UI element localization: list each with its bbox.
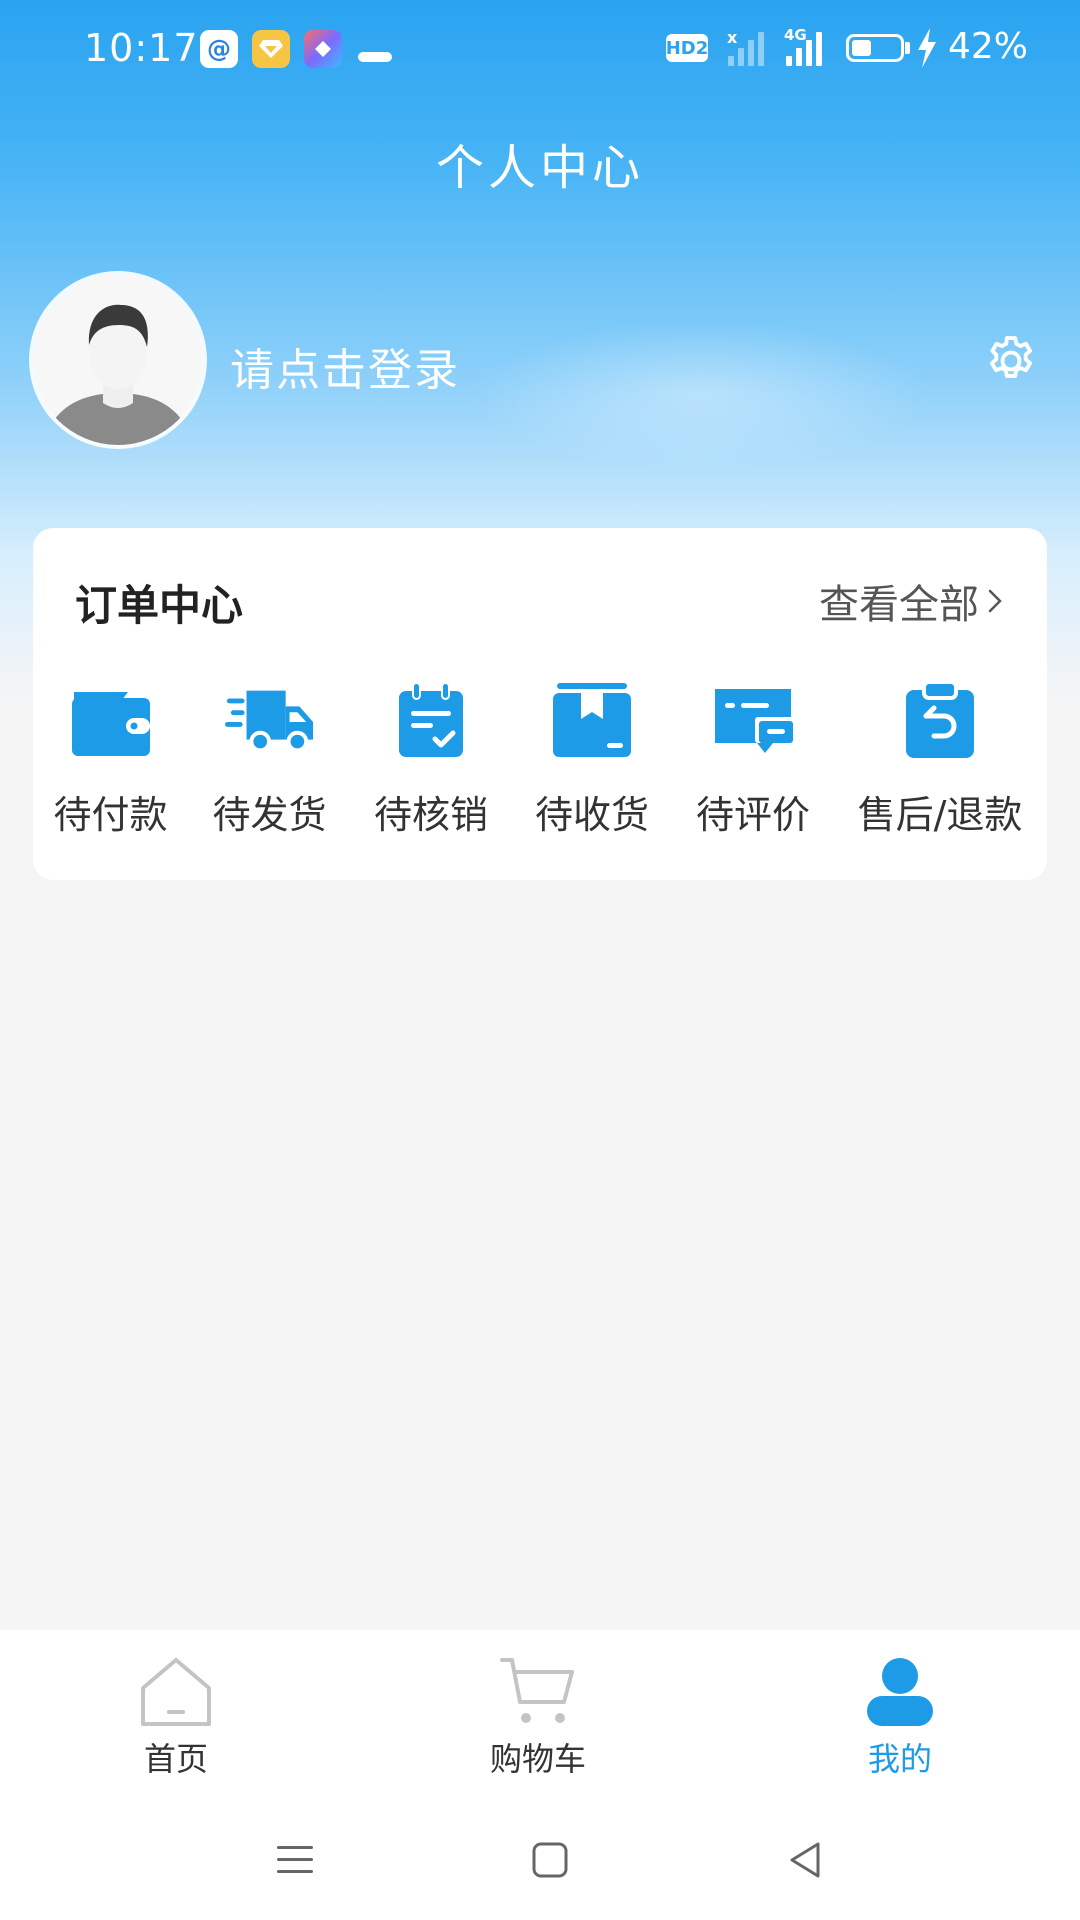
user-icon	[860, 1654, 940, 1730]
order-status-pending-review[interactable]: 待评价	[673, 676, 833, 839]
order-status-pending-receipt[interactable]: 待收货	[511, 676, 673, 839]
status-bar: 10:17 @ HD2 x 4G 42%	[0, 0, 1080, 96]
hd-voice-badge: HD2	[666, 34, 708, 62]
charging-icon	[916, 28, 938, 76]
return-clipboard-icon	[895, 676, 985, 766]
order-status-row: 待付款 待发货 待核销 待收货 待评价 售后/退款	[33, 676, 1047, 839]
cart-icon	[498, 1654, 578, 1730]
signal-strength-icon-sim1	[728, 32, 764, 66]
battery-cap	[905, 42, 910, 54]
order-status-pending-payment[interactable]: 待付款	[33, 676, 188, 839]
cloud-app-icon	[356, 30, 394, 68]
page-title: 个人中心	[435, 140, 644, 196]
back-button[interactable]	[776, 1830, 836, 1890]
order-status-after-sales-refund[interactable]: 售后/退款	[833, 676, 1047, 839]
back-triangle-icon	[790, 1842, 820, 1878]
home-icon	[136, 1654, 216, 1730]
chevron-right-icon	[988, 589, 1002, 613]
tab-mine[interactable]: 我的	[800, 1654, 1000, 1780]
tab-label: 我的	[867, 1740, 932, 1778]
view-all-orders-link[interactable]: 查看全部	[819, 572, 1005, 630]
battery-icon	[846, 34, 904, 62]
battery-percent: 42%	[948, 26, 1029, 67]
signal-strength-icon-sim2	[786, 32, 822, 66]
menu-lines-icon	[277, 1846, 313, 1873]
order-status-pending-verification[interactable]: 待核销	[351, 676, 511, 839]
wallet-icon	[66, 676, 156, 766]
order-center-title: 订单中心	[75, 581, 244, 630]
tab-label: 首页	[143, 1740, 208, 1778]
gear-icon	[989, 336, 1033, 378]
login-prompt[interactable]: 请点击登录	[230, 334, 460, 398]
vip-diamond-app-icon	[252, 30, 290, 68]
recent-apps-button[interactable]	[265, 1830, 325, 1890]
tab-home[interactable]: 首页	[76, 1654, 276, 1780]
order-status-label: 待收货	[534, 793, 649, 837]
gallery-app-icon	[304, 30, 342, 68]
square-icon	[532, 1842, 568, 1878]
calendar-check-icon	[386, 676, 476, 766]
system-navigation-bar	[0, 1790, 1080, 1920]
order-status-pending-shipment[interactable]: 待发货	[188, 676, 351, 839]
email-app-icon: @	[200, 30, 238, 68]
delivery-truck-icon	[224, 676, 315, 766]
tab-cart[interactable]: 购物车	[438, 1654, 638, 1780]
order-center-card: 订单中心 查看全部 待付款 待发货 待核销 待收货 待评价 售后/退款	[33, 528, 1047, 880]
order-status-label: 待发货	[212, 793, 327, 837]
header-glow-decoration	[470, 320, 930, 470]
avatar[interactable]	[33, 275, 203, 445]
view-all-label: 查看全部	[819, 582, 979, 628]
settings-button[interactable]	[980, 330, 1042, 392]
bottom-tab-bar: 首页 购物车 我的	[0, 1630, 1080, 1790]
comment-icon	[708, 676, 798, 766]
order-status-label: 售后/退款	[857, 793, 1023, 837]
order-status-label: 待评价	[695, 793, 810, 837]
status-time: 10:17	[84, 26, 199, 70]
order-status-label: 待付款	[53, 793, 168, 837]
default-user-avatar-icon	[33, 275, 203, 445]
order-status-label: 待核销	[373, 793, 488, 837]
tab-label: 购物车	[489, 1740, 586, 1778]
package-box-icon	[547, 676, 637, 766]
battery-level	[852, 40, 871, 56]
home-nav-button[interactable]	[520, 1830, 580, 1890]
